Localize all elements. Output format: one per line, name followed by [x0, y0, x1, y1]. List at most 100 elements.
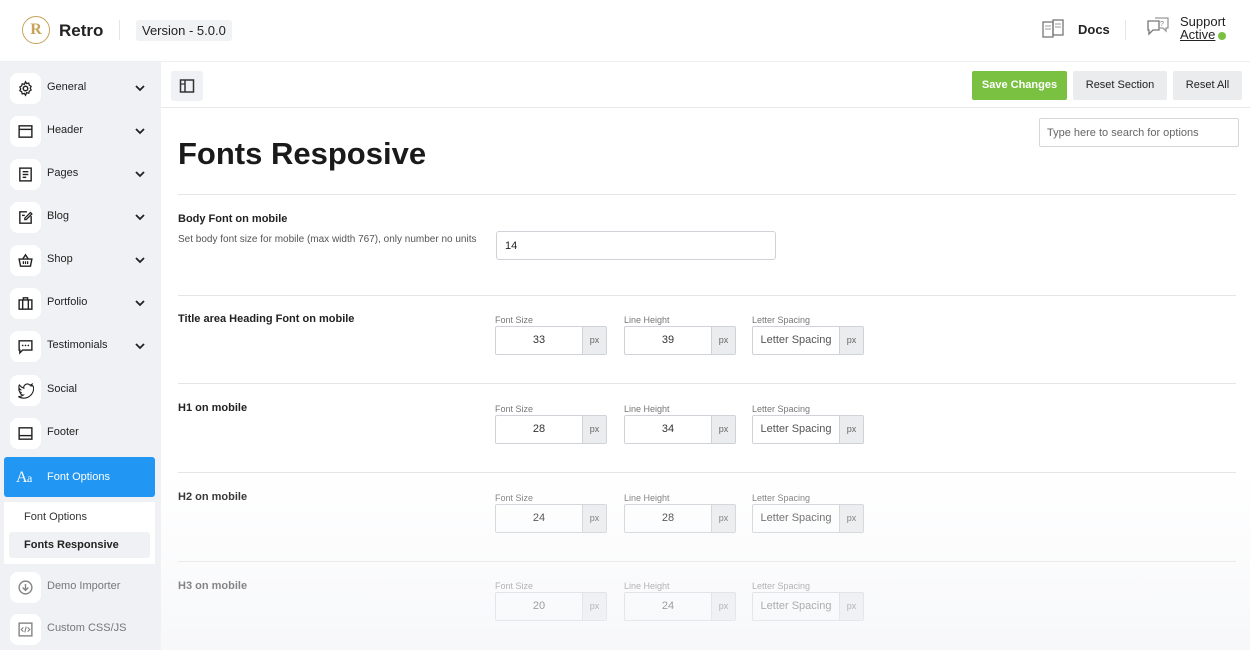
- sidebar-item-label: Testimonials: [47, 339, 108, 351]
- reset-section-button[interactable]: Reset Section: [1073, 71, 1167, 100]
- sidebar-item-testimonials[interactable]: Testimonials: [0, 325, 161, 368]
- chevron-down-icon: [135, 300, 145, 307]
- unit-label: px: [839, 593, 863, 620]
- field-caption: Font Size: [495, 581, 534, 591]
- font-size-field[interactable]: Font Size 28 px: [495, 404, 607, 446]
- chevron-down-icon: [135, 257, 145, 264]
- support-chat-icon[interactable]: ?: [1145, 15, 1171, 39]
- sidebar-item-label: Footer: [47, 426, 79, 438]
- page-title: Fonts Resposive: [178, 136, 427, 171]
- sidebar-item-pages[interactable]: Pages: [0, 153, 161, 196]
- field-value[interactable]: 28: [496, 416, 582, 443]
- font-size-field[interactable]: Font Size 24 px: [495, 493, 607, 535]
- chevron-down-icon: [135, 214, 145, 221]
- line-height-field[interactable]: Line Height 39 px: [624, 315, 736, 357]
- pages-icon: [10, 159, 41, 190]
- sidebar-item-label: Custom CSS/JS: [47, 622, 127, 634]
- sidebar-item-header[interactable]: Header: [0, 110, 161, 153]
- chevron-down-icon: [135, 343, 145, 350]
- chevron-down-icon: [135, 128, 145, 135]
- save-changes-button[interactable]: Save Changes: [972, 71, 1067, 100]
- unit-label: px: [711, 593, 735, 620]
- field-placeholder[interactable]: Letter Spacing: [753, 327, 839, 354]
- chevron-down-icon: [135, 85, 145, 92]
- submenu-item-label: Fonts Responsive: [24, 539, 119, 551]
- row-title: Title area Heading Font on mobile: [178, 313, 355, 325]
- gear-icon: [10, 73, 41, 104]
- field-caption: Letter Spacing: [752, 493, 811, 503]
- font-size-field[interactable]: Font Size 33 px: [495, 315, 607, 357]
- search-options-input[interactable]: [1039, 118, 1239, 147]
- field-placeholder[interactable]: Letter Spacing: [753, 593, 839, 620]
- font-size-field[interactable]: Font Size 20 px: [495, 581, 607, 623]
- field-value[interactable]: 20: [496, 593, 582, 620]
- sidebar-item-footer[interactable]: Footer: [0, 412, 161, 455]
- sidebar-item-demo-importer[interactable]: Demo Importer: [0, 566, 161, 609]
- divider: [119, 20, 120, 40]
- row-title: H3 on mobile: [178, 580, 248, 592]
- briefcase-icon: [10, 288, 41, 319]
- chevron-down-icon: [135, 171, 145, 178]
- unit-label: px: [711, 416, 735, 443]
- divider: [178, 383, 1236, 384]
- field-value[interactable]: 33: [496, 327, 582, 354]
- svg-text:a: a: [27, 471, 33, 485]
- field-caption: Line Height: [624, 581, 670, 591]
- twitter-icon: [10, 375, 41, 406]
- sidebar-item-font-options[interactable]: A a Font Options: [4, 457, 155, 497]
- status-dot: [1218, 31, 1227, 40]
- code-icon: [10, 614, 41, 645]
- reset-all-button[interactable]: Reset All: [1173, 71, 1242, 100]
- support-status[interactable]: Support Active: [1180, 15, 1227, 41]
- field-caption: Font Size: [495, 404, 534, 414]
- line-height-field[interactable]: Line Height 34 px: [624, 404, 736, 446]
- letter-spacing-field[interactable]: Letter Spacing Letter Spacing px: [752, 404, 864, 446]
- sidebar-item-label: Font Options: [47, 471, 110, 483]
- divider: [178, 561, 1236, 562]
- body-font-description: Set body font size for mobile (max width…: [178, 234, 477, 245]
- unit-label: px: [711, 505, 735, 532]
- field-value[interactable]: 24: [625, 593, 711, 620]
- field-caption: Line Height: [624, 404, 670, 414]
- field-caption: Line Height: [624, 493, 670, 503]
- sidebar-toggle-button[interactable]: [171, 71, 203, 101]
- field-value[interactable]: 24: [496, 505, 582, 532]
- sidebar-item-shop[interactable]: Shop: [0, 239, 161, 282]
- download-icon: [10, 572, 41, 603]
- support-active-label: Active: [1180, 28, 1227, 41]
- submenu-item-fonts-responsive[interactable]: Fonts Responsive: [9, 532, 150, 558]
- brand-name: Retro: [59, 21, 104, 40]
- letter-spacing-field[interactable]: Letter Spacing Letter Spacing px: [752, 581, 864, 623]
- letter-spacing-field[interactable]: Letter Spacing Letter Spacing px: [752, 493, 864, 535]
- sidebar-item-label: Social: [47, 383, 77, 395]
- unit-label: px: [582, 416, 606, 443]
- body-font-size-input[interactable]: [496, 231, 776, 260]
- options-toolbar: Save Changes Reset Section Reset All: [161, 62, 1250, 108]
- unit-label: px: [839, 327, 863, 354]
- retro-logo[interactable]: R: [22, 16, 50, 44]
- sidebar-item-custom-css-js[interactable]: Custom CSS/JS: [0, 608, 161, 650]
- field-value[interactable]: 28: [625, 505, 711, 532]
- field-value[interactable]: 39: [625, 327, 711, 354]
- field-caption: Font Size: [495, 493, 534, 503]
- chat-icon: [10, 331, 41, 362]
- unit-label: px: [582, 327, 606, 354]
- submenu-item-font-options[interactable]: Font Options: [24, 511, 87, 523]
- blog-edit-icon: [10, 202, 41, 233]
- row-title: H2 on mobile: [178, 491, 248, 503]
- logo-letter: R: [30, 21, 42, 38]
- docs-icon[interactable]: [1041, 17, 1067, 41]
- docs-link[interactable]: Docs: [1078, 22, 1110, 37]
- font-options-submenu: Font Options Fonts Responsive: [4, 502, 155, 564]
- sidebar-item-general[interactable]: General: [0, 67, 161, 110]
- sidebar-item-blog[interactable]: Blog: [0, 196, 161, 239]
- letter-spacing-field[interactable]: Letter Spacing Letter Spacing px: [752, 315, 864, 357]
- field-value[interactable]: 34: [625, 416, 711, 443]
- field-placeholder[interactable]: Letter Spacing: [753, 505, 839, 532]
- line-height-field[interactable]: Line Height 28 px: [624, 493, 736, 535]
- field-placeholder[interactable]: Letter Spacing: [753, 416, 839, 443]
- sidebar-item-social[interactable]: Social: [0, 369, 161, 412]
- sidebar-item-portfolio[interactable]: Portfolio: [0, 282, 161, 325]
- line-height-field[interactable]: Line Height 24 px: [624, 581, 736, 623]
- sidebar-item-label: Pages: [47, 167, 79, 179]
